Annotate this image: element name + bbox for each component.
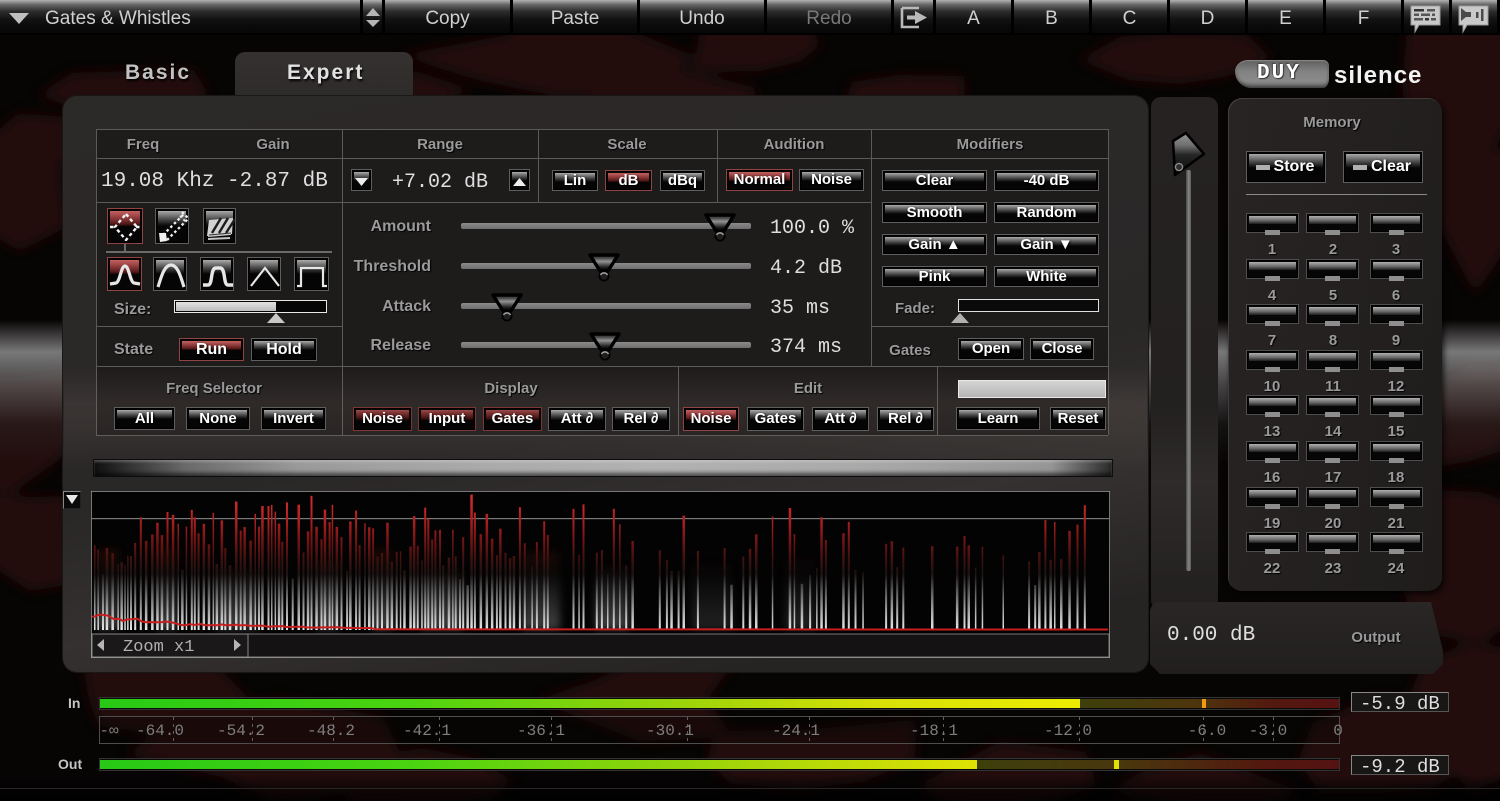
svg-text:Zoom x1: Zoom x1 [123,638,194,657]
